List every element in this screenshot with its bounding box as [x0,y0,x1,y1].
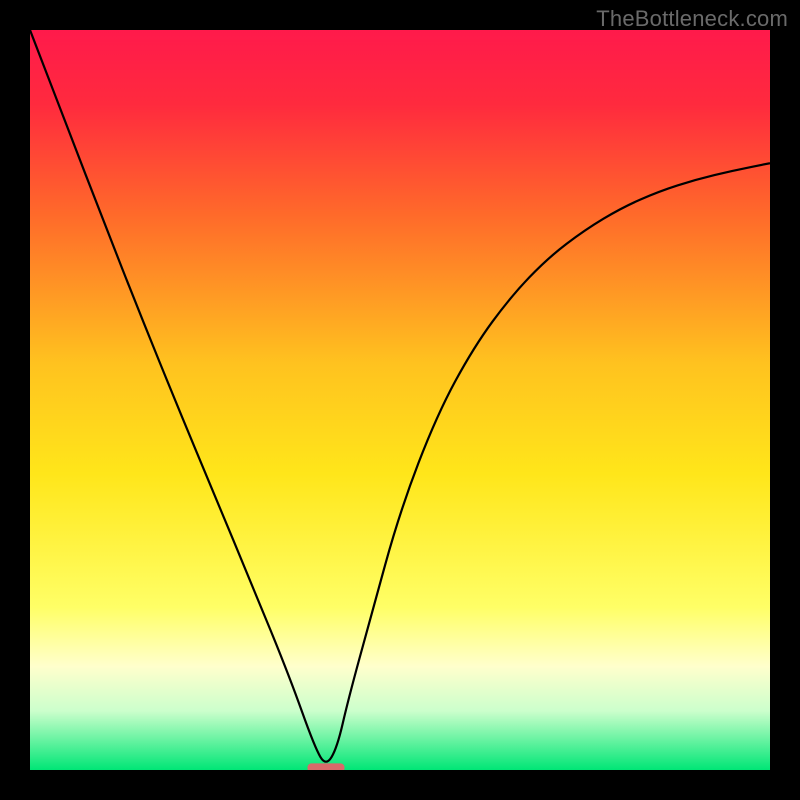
gradient-background [30,30,770,770]
watermark-text: TheBottleneck.com [596,6,788,32]
bottleneck-chart [30,30,770,770]
optimal-marker [308,763,345,770]
chart-container: TheBottleneck.com [0,0,800,800]
plot-area [30,30,770,770]
